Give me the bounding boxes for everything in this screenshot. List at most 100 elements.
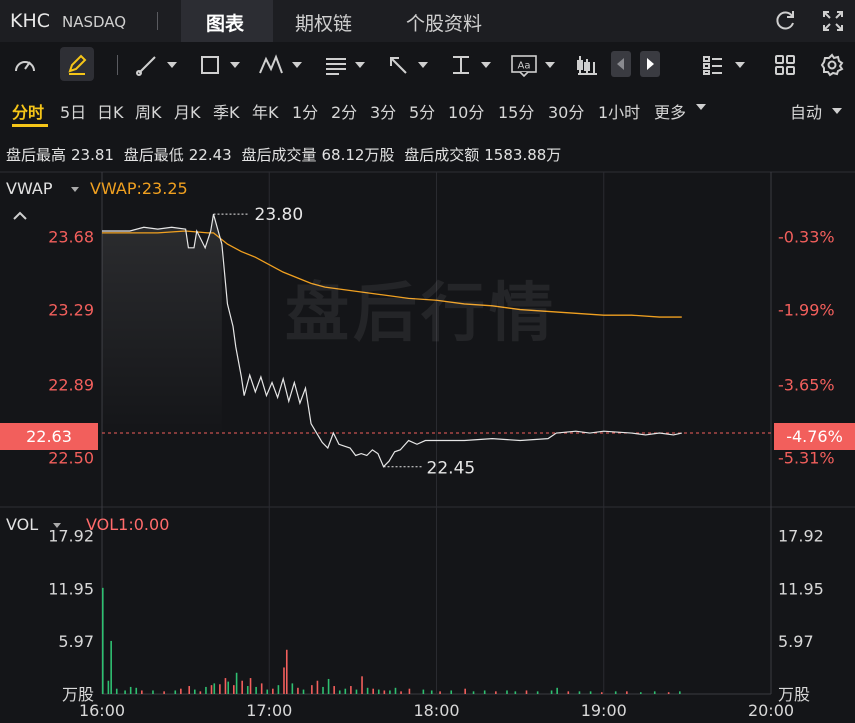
volume-bar xyxy=(266,689,269,694)
volume-bar xyxy=(506,690,508,694)
volume-bar xyxy=(255,686,257,694)
volume-bar xyxy=(430,690,433,694)
volume-bar xyxy=(277,685,280,694)
volume-bar xyxy=(115,688,118,694)
volume-bar xyxy=(525,690,528,694)
price-tick-label: 22.50 xyxy=(48,448,94,467)
low-marker-label: 22.45 xyxy=(427,459,476,479)
volume-bar xyxy=(107,680,110,694)
volume-bar xyxy=(372,688,374,694)
x-tick-label: 19:00 xyxy=(581,701,627,720)
volume-bar xyxy=(626,691,628,694)
volume-bar xyxy=(180,688,182,694)
volume-bar xyxy=(422,689,425,694)
volume-bar xyxy=(550,690,553,694)
collapse-chevron-icon[interactable] xyxy=(12,206,28,225)
price-tick-label: 23.68 xyxy=(48,228,94,247)
current-price-label: 22.63 xyxy=(0,423,98,450)
volume-bar xyxy=(129,686,132,694)
volume-bar xyxy=(102,587,104,694)
volume-bar xyxy=(210,685,213,694)
volume-bar xyxy=(600,692,603,694)
volume-bar xyxy=(193,689,196,694)
price-tick-label: 22.89 xyxy=(48,375,94,394)
volume-unit-right: 万股 xyxy=(778,685,810,704)
volume-bar xyxy=(361,676,363,694)
volume-bar xyxy=(152,690,154,694)
vol-indicator-name[interactable]: VOL xyxy=(6,515,38,534)
volume-bar xyxy=(338,690,341,694)
volume-bar xyxy=(639,692,642,694)
volume-bar xyxy=(578,691,581,694)
volume-bar xyxy=(514,691,517,694)
volume-bar xyxy=(464,688,466,694)
after-hours-watermark: 盘后行情 xyxy=(285,277,557,351)
vwap-indicator-name[interactable]: VWAP xyxy=(6,179,52,198)
volume-bar xyxy=(667,692,670,694)
volume-tick-label-left: 5.97 xyxy=(58,632,94,651)
volume-bar xyxy=(614,691,617,694)
volume-bar xyxy=(350,686,352,694)
volume-bar xyxy=(472,691,475,694)
pct-tick-label: -0.33% xyxy=(778,228,835,247)
vwap-caret-icon[interactable] xyxy=(71,187,79,192)
volume-bar xyxy=(285,649,288,694)
x-tick-label: 18:00 xyxy=(413,701,459,720)
price-volume-chart[interactable]: 16:00 17:00 18:00 19:00 20:0023.68 -0.33%23.2… xyxy=(0,0,855,723)
volume-bar xyxy=(110,640,112,694)
volume-bar xyxy=(283,667,285,694)
volume-bar xyxy=(249,678,252,694)
volume-bar xyxy=(322,686,324,694)
volume-bar xyxy=(224,678,227,694)
volume-bar xyxy=(389,690,391,694)
volume-bar xyxy=(227,681,230,694)
pct-tick-label: -5.31% xyxy=(778,448,835,467)
volume-bar xyxy=(174,690,177,694)
volume-bar xyxy=(124,690,126,694)
volume-bar xyxy=(316,680,319,694)
vol-caret-icon[interactable] xyxy=(53,523,61,528)
volume-bar xyxy=(188,686,191,694)
pct-tick-label: -1.99% xyxy=(778,301,835,320)
volume-bar xyxy=(302,689,305,694)
volume-bar xyxy=(377,689,380,694)
volume-bar xyxy=(556,687,558,694)
volume-bar xyxy=(567,691,570,694)
volume-bar xyxy=(233,685,235,694)
volume-bar xyxy=(589,691,592,694)
pct-tick-label: -3.65% xyxy=(778,375,835,394)
volume-bar xyxy=(199,691,202,694)
volume-bar xyxy=(163,691,165,694)
volume-bar xyxy=(439,691,441,694)
volume-bar xyxy=(311,685,313,694)
volume-bar xyxy=(355,689,358,694)
volume-bar xyxy=(135,687,138,694)
volume-bar xyxy=(344,688,347,694)
price-area-fill xyxy=(102,214,222,439)
vwap-value: VWAP:23.25 xyxy=(90,179,188,198)
volume-bar xyxy=(291,683,294,694)
volume-bar xyxy=(297,687,299,694)
volume-bar xyxy=(241,680,243,694)
volume-bar xyxy=(400,691,402,694)
volume-bar xyxy=(141,690,143,694)
volume-tick-label-right: 17.92 xyxy=(778,526,824,545)
vol-value: VOL1:0.00 xyxy=(86,515,170,534)
volume-tick-label-left: 11.95 xyxy=(48,579,94,598)
volume-bar xyxy=(408,688,411,694)
volume-bar xyxy=(383,690,386,694)
volume-tick-label-right: 5.97 xyxy=(778,632,814,651)
current-change-label: -4.76% xyxy=(774,423,855,450)
volume-bar xyxy=(272,688,274,694)
volume-bar xyxy=(205,686,207,694)
volume-bar xyxy=(679,691,681,694)
volume-bar xyxy=(260,683,263,694)
volume-bar xyxy=(394,687,397,694)
high-marker-label: 23.80 xyxy=(255,205,304,225)
volume-bar xyxy=(333,686,335,694)
volume-bar xyxy=(246,686,249,694)
price-tick-label: 23.29 xyxy=(48,301,94,320)
volume-bar xyxy=(483,690,486,694)
volume-bar xyxy=(366,687,369,694)
volume-bar xyxy=(213,683,216,694)
